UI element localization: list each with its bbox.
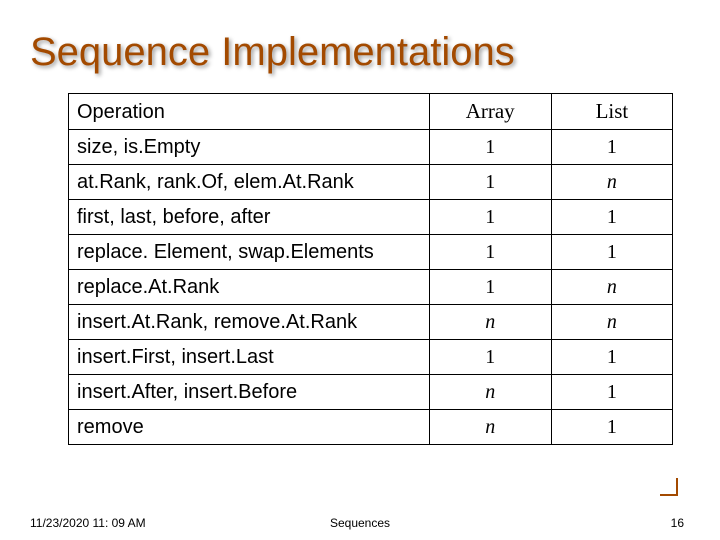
table-row: removen1 bbox=[69, 410, 673, 445]
cell-array: 1 bbox=[429, 165, 551, 200]
col-header-array: Array bbox=[429, 94, 551, 130]
footer-page-number: 16 bbox=[671, 516, 684, 530]
cell-array: 1 bbox=[429, 200, 551, 235]
cell-operation: replace. Element, swap.Elements bbox=[69, 235, 430, 270]
cell-array: 1 bbox=[429, 130, 551, 165]
cell-array: 1 bbox=[429, 340, 551, 375]
cell-operation: size, is.Empty bbox=[69, 130, 430, 165]
cell-operation: replace.At.Rank bbox=[69, 270, 430, 305]
table-row: insert.First, insert.Last11 bbox=[69, 340, 673, 375]
complexity-table: Operation Array List size, is.Empty11at.… bbox=[68, 93, 673, 445]
cell-array: n bbox=[429, 410, 551, 445]
col-header-list: List bbox=[551, 94, 672, 130]
cell-array: n bbox=[429, 375, 551, 410]
cell-list: n bbox=[551, 270, 672, 305]
table-row: replace. Element, swap.Elements11 bbox=[69, 235, 673, 270]
cell-array: 1 bbox=[429, 235, 551, 270]
cell-operation: insert.First, insert.Last bbox=[69, 340, 430, 375]
cell-list: 1 bbox=[551, 235, 672, 270]
cell-operation: remove bbox=[69, 410, 430, 445]
table-row: replace.At.Rank1n bbox=[69, 270, 673, 305]
cell-list: 1 bbox=[551, 340, 672, 375]
cell-operation: first, last, before, after bbox=[69, 200, 430, 235]
cell-operation: insert.At.Rank, remove.At.Rank bbox=[69, 305, 430, 340]
table-row: size, is.Empty11 bbox=[69, 130, 673, 165]
cell-list: 1 bbox=[551, 130, 672, 165]
cell-list: 1 bbox=[551, 375, 672, 410]
slide: Sequence Implementations Operation Array… bbox=[0, 0, 720, 540]
slide-title: Sequence Implementations bbox=[30, 30, 680, 75]
cell-array: 1 bbox=[429, 270, 551, 305]
cell-list: n bbox=[551, 305, 672, 340]
cell-operation: insert.After, insert.Before bbox=[69, 375, 430, 410]
table-row: first, last, before, after11 bbox=[69, 200, 673, 235]
table-header-row: Operation Array List bbox=[69, 94, 673, 130]
corner-decoration bbox=[658, 476, 678, 496]
table-row: at.Rank, rank.Of, elem.At.Rank1n bbox=[69, 165, 673, 200]
footer-center: Sequences bbox=[30, 516, 690, 530]
table-row: insert.At.Rank, remove.At.Ranknn bbox=[69, 305, 673, 340]
table-body: size, is.Empty11at.Rank, rank.Of, elem.A… bbox=[69, 130, 673, 445]
cell-list: 1 bbox=[551, 200, 672, 235]
cell-array: n bbox=[429, 305, 551, 340]
cell-operation: at.Rank, rank.Of, elem.At.Rank bbox=[69, 165, 430, 200]
col-header-operation: Operation bbox=[69, 94, 430, 130]
table-row: insert.After, insert.Beforen1 bbox=[69, 375, 673, 410]
cell-list: n bbox=[551, 165, 672, 200]
cell-list: 1 bbox=[551, 410, 672, 445]
